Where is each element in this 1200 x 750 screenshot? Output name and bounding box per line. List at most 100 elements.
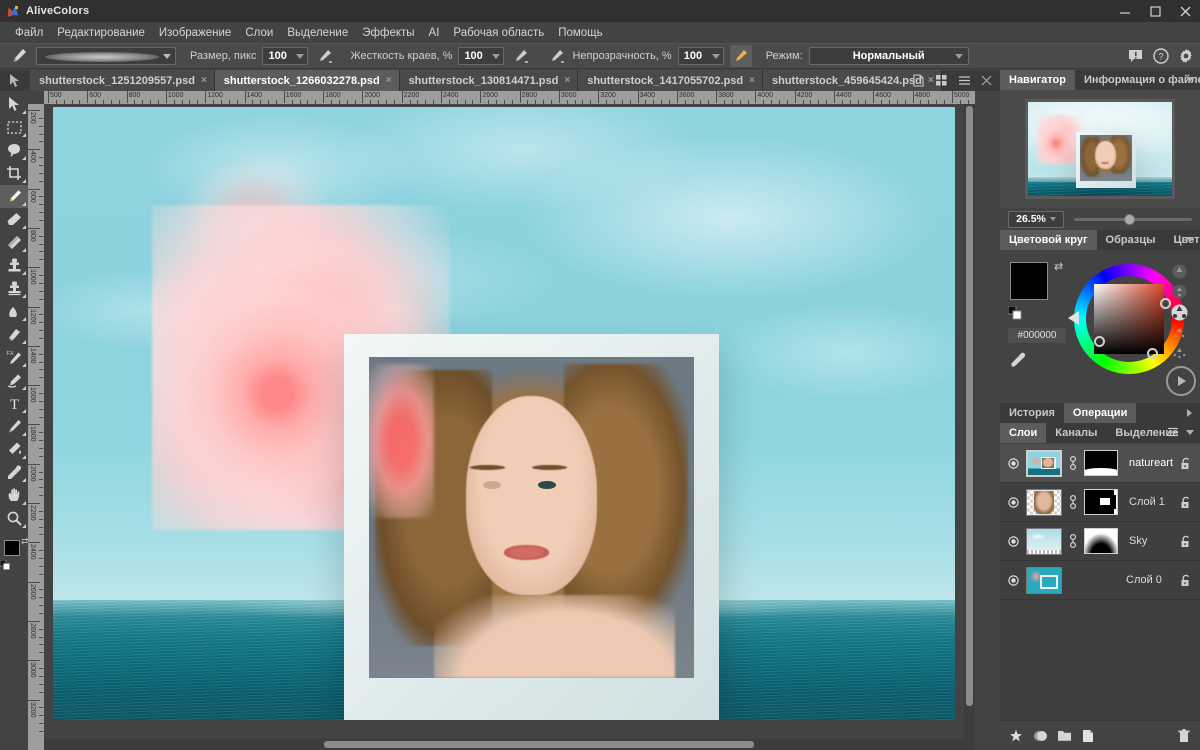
- tab-doc-4[interactable]: shutterstock_1417055702.psd ×: [578, 70, 763, 91]
- harmony-triad-icon-active[interactable]: [1171, 304, 1188, 321]
- close-icon[interactable]: ×: [201, 75, 207, 86]
- size-pressure-icon[interactable]: [314, 45, 336, 67]
- clone-stamp-tool[interactable]: [0, 254, 28, 277]
- tab-operations[interactable]: Операции: [1064, 403, 1136, 423]
- swap-colors-icon[interactable]: ⇄: [1054, 260, 1063, 273]
- close-all-icon[interactable]: [981, 75, 992, 86]
- chevron-down-icon[interactable]: [1186, 77, 1194, 82]
- layer-visibility-toggle[interactable]: [1006, 497, 1020, 508]
- table-row[interactable]: Слой 0: [1000, 561, 1200, 600]
- smudge-tool[interactable]: [0, 369, 28, 392]
- zoom-slider-knob[interactable]: [1124, 214, 1135, 225]
- close-icon[interactable]: ×: [386, 75, 392, 86]
- menu-item-effects[interactable]: Эффекты: [355, 24, 421, 42]
- color-swatches-mini[interactable]: ⇄: [0, 536, 28, 574]
- horizontal-scrollbar[interactable]: [44, 739, 975, 750]
- layer-visibility-toggle[interactable]: [1006, 575, 1020, 586]
- layer-mask-thumbnail[interactable]: [1084, 450, 1118, 476]
- foreground-color-swatch[interactable]: [1010, 262, 1048, 300]
- horizontal-ruler[interactable]: 5006008001000120014001600180020002200240…: [44, 91, 975, 104]
- gradient-tool[interactable]: [0, 231, 28, 254]
- layer-lock-icon[interactable]: [1180, 535, 1192, 548]
- opacity-pressure-icon[interactable]: [546, 45, 568, 67]
- hex-color-value[interactable]: #000000: [1008, 328, 1066, 343]
- layer-visibility-toggle[interactable]: [1006, 536, 1020, 547]
- hardness-input[interactable]: 100: [458, 47, 504, 65]
- tab-navigator[interactable]: Навигатор: [1000, 70, 1075, 90]
- navigator-thumbnail[interactable]: [1025, 99, 1175, 199]
- history-brush-tool[interactable]: [0, 323, 28, 346]
- reset-colors-icon[interactable]: [1008, 306, 1022, 320]
- menu-item-file[interactable]: Файл: [8, 24, 50, 42]
- fill-tool[interactable]: [0, 438, 28, 461]
- tab-color-wheel[interactable]: Цветовой круг: [1000, 230, 1097, 250]
- chevron-down-icon[interactable]: [1050, 217, 1056, 221]
- gear-icon[interactable]: [1178, 48, 1194, 64]
- pattern-stamp-tool[interactable]: [0, 277, 28, 300]
- layer-thumbnail[interactable]: [1026, 528, 1062, 555]
- layer-thumbnail[interactable]: [1026, 567, 1062, 594]
- menu-item-selection[interactable]: Выделение: [280, 24, 355, 42]
- chevron-down-icon[interactable]: [1186, 430, 1194, 435]
- close-icon[interactable]: ×: [749, 75, 755, 86]
- chevron-down-icon[interactable]: [1186, 237, 1194, 242]
- tab-file-info[interactable]: Информация о файле: [1075, 70, 1200, 90]
- tab-doc-3[interactable]: shutterstock_130814471.psd ×: [400, 70, 579, 91]
- opacity-input[interactable]: 100: [678, 47, 724, 65]
- zoom-slider[interactable]: [1074, 211, 1192, 228]
- tab-doc-2[interactable]: shutterstock_1266032278.psd ×: [215, 70, 400, 91]
- layer-lock-icon[interactable]: [1180, 574, 1192, 587]
- table-row[interactable]: Слой 1: [1000, 483, 1200, 522]
- tab-channels[interactable]: Каналы: [1046, 423, 1106, 443]
- layer-lock-icon[interactable]: [1180, 457, 1192, 470]
- chevron-down-icon[interactable]: [296, 54, 304, 59]
- horizontal-scroll-thumb[interactable]: [324, 741, 754, 748]
- menu-item-image[interactable]: Изображение: [152, 24, 238, 42]
- menu-item-edit[interactable]: Редактирование: [50, 24, 152, 42]
- table-row[interactable]: natureart: [1000, 444, 1200, 483]
- maximize-icon[interactable]: [1140, 0, 1170, 22]
- zoom-level-input[interactable]: 26.5%: [1008, 211, 1064, 228]
- brush-tool[interactable]: [0, 185, 28, 208]
- harmony-split-icon[interactable]: [1172, 326, 1187, 341]
- eyedropper-tool[interactable]: [0, 461, 28, 484]
- eraser-tool[interactable]: [0, 208, 28, 231]
- fx-brush-tool[interactable]: FX: [0, 346, 28, 369]
- blur-tool[interactable]: [0, 300, 28, 323]
- vertical-scrollbar[interactable]: [964, 104, 975, 750]
- eyedropper-icon[interactable]: [1010, 352, 1026, 368]
- tab-swatches[interactable]: Образцы: [1097, 230, 1165, 250]
- layer-link-icon[interactable]: [1068, 455, 1078, 471]
- canvas-viewport[interactable]: [44, 104, 975, 750]
- artboard[interactable]: [53, 107, 955, 720]
- panel-menu-icon[interactable]: [958, 74, 971, 87]
- chevron-down-icon[interactable]: [712, 54, 720, 59]
- panel-menu-icon[interactable]: [1167, 426, 1179, 438]
- add-effect-icon[interactable]: [1009, 729, 1023, 743]
- hand-tool[interactable]: [0, 484, 28, 507]
- layer-mask-thumbnail[interactable]: [1084, 489, 1118, 515]
- layer-lock-icon[interactable]: [1180, 496, 1192, 509]
- tab-doc-1[interactable]: shutterstock_1251209557.psd ×: [30, 70, 215, 91]
- zoom-tool[interactable]: [0, 507, 28, 530]
- minimize-icon[interactable]: [1110, 0, 1140, 22]
- help-icon[interactable]: ?: [1153, 48, 1169, 64]
- chevron-down-icon[interactable]: [492, 54, 500, 59]
- brush-preset-preview[interactable]: [36, 47, 176, 65]
- apply-color-button[interactable]: [1166, 366, 1196, 396]
- close-icon[interactable]: [1170, 0, 1200, 22]
- delete-layer-icon[interactable]: [1178, 729, 1190, 743]
- harmony-complement-icon[interactable]: [1172, 284, 1187, 299]
- chevron-right-icon[interactable]: [1187, 409, 1192, 417]
- tab-color[interactable]: Цвет: [1164, 230, 1200, 250]
- layer-link-icon[interactable]: [1068, 494, 1078, 510]
- blend-mode-select[interactable]: Нормальный: [809, 47, 969, 65]
- text-tool[interactable]: T: [0, 392, 28, 415]
- harmony-mono-icon[interactable]: [1172, 264, 1187, 279]
- vertical-scroll-thumb[interactable]: [966, 106, 973, 706]
- foreground-color-swatch[interactable]: [4, 540, 20, 556]
- grid-view-icon[interactable]: [935, 74, 948, 87]
- lasso-tool[interactable]: [0, 139, 28, 162]
- warning-icon[interactable]: [1128, 48, 1144, 64]
- rect-select-tool[interactable]: [0, 116, 28, 139]
